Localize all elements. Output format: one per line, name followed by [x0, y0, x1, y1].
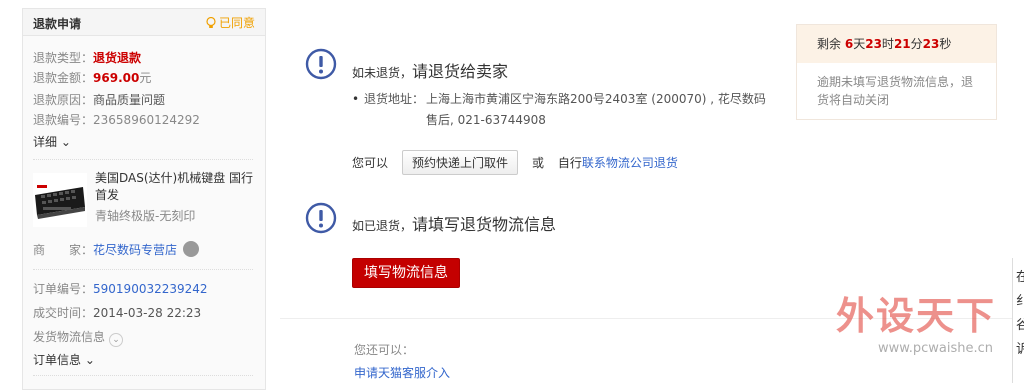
countdown-seconds: 23: [922, 37, 940, 51]
countdown-minutes: 21: [893, 37, 911, 51]
product-name[interactable]: 美国DAS(达什)机械键盘 国行首发: [95, 170, 255, 204]
pickup-options: 您可以 预约快递上门取件或 自行联系物流公司退货: [352, 150, 678, 175]
order-number-label: 订单编号：: [33, 282, 94, 296]
seller-label: 商 家：: [33, 243, 94, 257]
refund-amount-value: 969.00: [93, 71, 140, 85]
refund-type-row: 退款类型：退货退款: [33, 49, 141, 66]
product-spec: 青轴终极版-无刻印: [95, 209, 196, 223]
return-address-label: 退货地址：: [364, 92, 425, 106]
return-address-text: 上海上海市黄浦区宁海东路200号2403室 (200070) , 花尽数码售后,…: [426, 92, 766, 127]
edge-char: 纟: [1016, 294, 1024, 309]
countdown-minutes-unit: 分: [910, 37, 923, 51]
refund-sidebar: 退款申请 已同意 退款类型：退货退款 退款金额：969.00元 退款原因：商品质…: [22, 8, 266, 390]
tmall-service-link[interactable]: 申请天猫客服介入: [354, 364, 450, 381]
product-thumbnail[interactable]: [33, 173, 87, 227]
exclamation-icon: [305, 48, 337, 80]
countdown-note: 逾期未填写退货物流信息，退货将自动关闭: [817, 75, 974, 107]
countdown-seconds-unit: 秒: [939, 37, 952, 51]
divider: [33, 269, 253, 270]
side-panel-edge[interactable]: 在 纟 谷 诉: [1012, 258, 1024, 383]
deal-time-value: 2014-03-28 22:23: [93, 306, 202, 320]
watermark-logo: 外设天下: [836, 294, 997, 338]
divider: [33, 375, 253, 376]
watermark: 外设天下 www.pcwaishe.cn: [836, 285, 1024, 356]
or-label: 或: [532, 156, 545, 170]
sidebar-title: 退款申请: [33, 17, 82, 31]
refund-amount-row: 退款金额：969.00元: [33, 69, 151, 86]
chevron-down-icon: ⌄: [109, 333, 124, 347]
exclamation-icon: [305, 202, 337, 234]
step2-prefix: 如已退货，: [352, 219, 413, 233]
refund-number-row: 退款编号：23658960124292: [33, 111, 200, 128]
seller-link[interactable]: 花尽数码专营店: [93, 243, 177, 257]
edge-char: 在: [1016, 270, 1024, 285]
detail-toggle[interactable]: 详细 ⌄: [33, 133, 71, 150]
bullet-icon: •: [352, 92, 360, 106]
chat-icon[interactable]: [183, 241, 200, 257]
countdown-hours: 23: [865, 37, 882, 51]
countdown-days-unit: 天: [853, 37, 866, 51]
step2-heading: 如已退货，请填写退货物流信息: [352, 211, 556, 235]
status-badge: 已同意: [206, 14, 255, 31]
watermark-url: www.pcwaishe.cn: [878, 341, 993, 356]
lightbulb-icon: [206, 17, 216, 28]
countdown-hours-unit: 时: [881, 37, 894, 51]
step1-prefix: 如未退货，: [352, 66, 413, 80]
order-info-toggle[interactable]: 订单信息 ⌄: [33, 351, 95, 368]
refund-amount-unit: 元: [139, 71, 152, 85]
refund-reason-value: 商品质量问题: [93, 93, 166, 107]
detail-toggle-label: 详细: [33, 135, 58, 149]
refund-number-label: 退款编号：: [33, 113, 94, 127]
refund-reason-row: 退款原因：商品质量问题: [33, 91, 165, 108]
chevron-down-icon: ⌄: [60, 135, 71, 149]
order-number-link[interactable]: 590190032239242: [93, 282, 208, 296]
status-text: 已同意: [218, 16, 255, 30]
countdown-timer: 剩余 6天23时21分23秒: [797, 25, 996, 63]
can-label: 您可以: [352, 156, 389, 170]
refund-number-value: 23658960124292: [93, 113, 200, 127]
shipping-info-toggle[interactable]: 发货物流信息 ⌄: [33, 328, 124, 347]
countdown-prefix: 剩余: [817, 37, 842, 51]
deal-time-label: 成交时间：: [33, 306, 94, 320]
step2-title: 请填写退货物流信息: [412, 215, 557, 234]
sidebar-header: 退款申请 已同意: [23, 9, 265, 36]
schedule-pickup-button[interactable]: 预约快递上门取件: [402, 150, 519, 175]
contact-logistics-link[interactable]: 联系物流公司退货: [582, 156, 678, 170]
edge-char: 诉: [1016, 342, 1024, 357]
refund-type-label: 退款类型：: [33, 51, 94, 65]
step1-title: 请退货给卖家: [412, 62, 509, 81]
seller-row: 商 家：花尽数码专营店: [33, 241, 200, 258]
chevron-down-icon: ⌄: [84, 353, 95, 367]
divider: [33, 159, 253, 160]
refund-reason-label: 退款原因：: [33, 93, 94, 107]
order-info-label: 订单信息: [33, 353, 82, 367]
fill-logistics-button[interactable]: 填写物流信息: [352, 258, 460, 288]
step1-heading: 如未退货，请退货给卖家: [352, 58, 508, 82]
countdown-box: 剩余 6天23时21分23秒 逾期未填写退货物流信息，退货将自动关闭: [796, 24, 997, 120]
order-number-row: 订单编号：590190032239242: [33, 280, 208, 297]
deal-time-row: 成交时间：2014-03-28 22:23: [33, 304, 201, 321]
edge-char: 谷: [1016, 318, 1024, 333]
refund-amount-label: 退款金额：: [33, 71, 94, 85]
self-label: 自行: [557, 156, 582, 170]
countdown-days: 6: [844, 37, 854, 51]
refund-type-value: 退货退款: [93, 51, 142, 65]
also-label: 您还可以：: [354, 343, 415, 357]
shipping-info-label: 发货物流信息: [33, 330, 106, 344]
